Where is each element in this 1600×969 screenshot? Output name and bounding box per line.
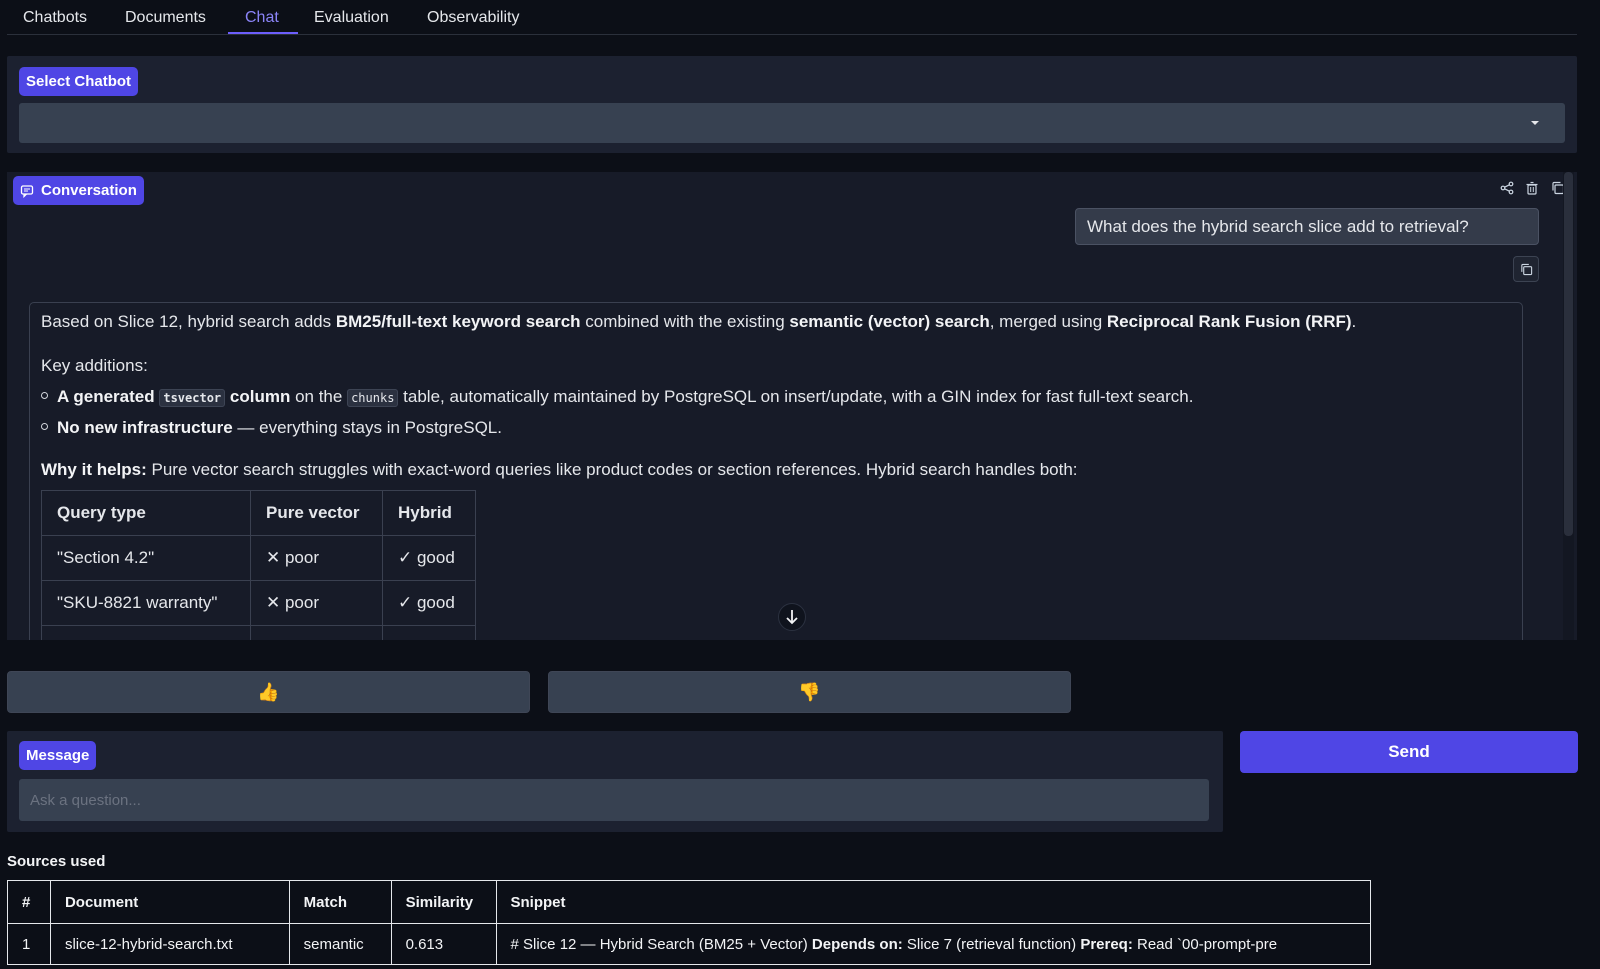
tab-chat[interactable]: Chat [245, 9, 279, 27]
conversation-label-text: Conversation [41, 182, 137, 199]
thumbs-up-button[interactable]: 👍 [7, 671, 530, 713]
sources-header: Match [288, 880, 392, 924]
source-snippet: # Slice 12 — Hybrid Search (BM25 + Vecto… [495, 923, 1371, 965]
chat-bubble-icon [20, 184, 34, 198]
table-header: Hybrid [382, 490, 476, 536]
table-cell: "SKU-8821 warranty" [41, 580, 251, 626]
table-row: 1 slice-12-hybrid-search.txt semantic 0.… [7, 923, 1371, 965]
message-label: Message [19, 741, 97, 770]
table-cell: "Section 4.2" [41, 535, 251, 581]
message-panel: Message [7, 731, 1223, 832]
source-similarity: 0.613 [390, 923, 497, 965]
table-cell: "refund policy" [41, 625, 251, 640]
table-header: Query type [41, 490, 251, 536]
scrollbar-thumb[interactable] [1564, 172, 1573, 536]
scroll-to-bottom-button[interactable] [778, 603, 806, 631]
table-cell: ✕ poor [250, 535, 383, 581]
thumbs-down-icon: 👎 [798, 681, 821, 702]
tab-bar: Chatbots Documents Chat Evaluation Obser… [7, 0, 1577, 35]
query-type-table: Query type Pure vector Hybrid "Section 4… [41, 490, 476, 640]
user-message-bubble: What does the hybrid search slice add to… [1075, 208, 1539, 245]
table-row: "SKU-8821 warranty" ✕ poor ✓ good [41, 580, 476, 626]
table-cell: ✓ good [382, 580, 476, 626]
key-additions-heading: Key additions: [41, 356, 148, 375]
table-cell: ✓ good [250, 625, 383, 640]
source-document: slice-12-hybrid-search.txt [49, 923, 290, 965]
source-match: semantic [288, 923, 392, 965]
inline-code-tsvector: tsvector [159, 389, 226, 407]
sources-table: # Document Match Similarity Snippet 1 sl… [7, 880, 1371, 965]
sources-header: Document [49, 880, 290, 924]
table-row: "refund policy" ✓ good ✓ good [41, 625, 476, 640]
table-cell: ✓ good [382, 625, 476, 640]
conversation-label: Conversation [13, 176, 144, 205]
active-tab-indicator [228, 32, 298, 34]
copy-message-button[interactable] [1513, 256, 1539, 282]
bullet-tsvector: A generated tsvector column on the chunk… [41, 387, 1193, 407]
chatbot-dropdown[interactable] [19, 103, 1565, 143]
share-icon[interactable] [1496, 177, 1518, 199]
table-cell: ✓ good [382, 535, 476, 581]
table-row: "Section 4.2" ✕ poor ✓ good [41, 535, 476, 581]
bot-message-bubble: Based on Slice 12, hybrid search adds BM… [29, 302, 1523, 640]
sources-header-row: # Document Match Similarity Snippet [7, 880, 1371, 924]
tab-documents[interactable]: Documents [125, 9, 206, 27]
copy-icon [1520, 263, 1532, 275]
user-message-text: What does the hybrid search slice add to… [1087, 217, 1469, 236]
sources-header: # [7, 880, 51, 924]
send-button[interactable]: Send [1240, 731, 1578, 773]
chevron-down-icon [1531, 121, 1539, 125]
conversation-scrollbar[interactable] [1563, 172, 1574, 640]
arrow-down-icon [786, 610, 798, 625]
table-cell: ✕ poor [250, 580, 383, 626]
source-num: 1 [7, 923, 51, 965]
why-it-helps: Why it helps: Pure vector search struggl… [41, 460, 1078, 479]
table-header: Pure vector [250, 490, 383, 536]
bot-intro: Based on Slice 12, hybrid search adds BM… [41, 312, 1357, 331]
tab-observability[interactable]: Observability [427, 9, 519, 27]
bullet-icon [41, 392, 48, 400]
select-chatbot-label: Select Chatbot [19, 67, 139, 96]
tab-evaluation[interactable]: Evaluation [314, 9, 389, 27]
table-header-row: Query type Pure vector Hybrid [41, 490, 476, 536]
trash-icon[interactable] [1521, 177, 1543, 199]
inline-code-chunks: chunks [347, 389, 399, 407]
sources-header: Similarity [390, 880, 497, 924]
sources-title: Sources used [7, 853, 106, 870]
chatbot-select-panel: Select Chatbot [7, 56, 1577, 153]
conversation-panel: Conversation What does the hybrid search… [7, 172, 1577, 640]
thumbs-down-button[interactable]: 👎 [548, 671, 1071, 713]
tab-chatbots[interactable]: Chatbots [23, 9, 87, 27]
bullet-no-infrastructure: No new infrastructure — everything stays… [41, 418, 502, 438]
thumbs-up-icon: 👍 [257, 681, 280, 702]
message-input[interactable] [19, 779, 1209, 821]
sources-header: Snippet [495, 880, 1371, 924]
bullet-icon [41, 423, 48, 431]
